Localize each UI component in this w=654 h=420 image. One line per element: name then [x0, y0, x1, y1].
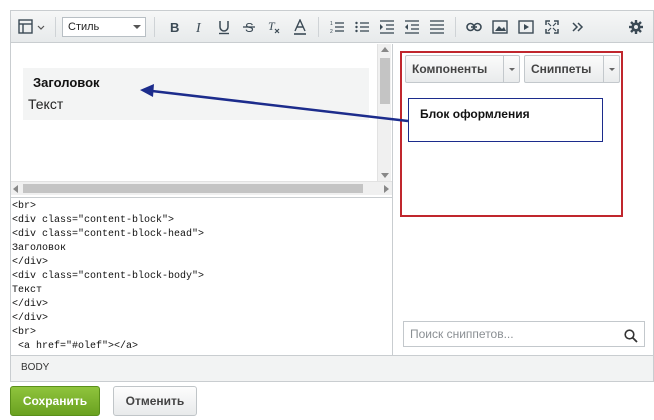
code-line: <div class="content-block">: [12, 215, 175, 226]
code-line: <br>: [12, 327, 37, 338]
code-line: </div>: [12, 313, 49, 324]
svg-text:2: 2: [330, 29, 333, 34]
code-line: <div class="content-block-head">: [12, 229, 205, 240]
unordered-list-icon[interactable]: [352, 15, 372, 39]
code-line: <a href="#olef"></a>: [12, 341, 139, 352]
scroll-left-icon[interactable]: [13, 185, 18, 193]
clear-format-icon[interactable]: T: [264, 15, 284, 39]
search-icon[interactable]: [624, 327, 638, 351]
svg-text:I: I: [195, 21, 202, 35]
scroll-up-icon[interactable]: [381, 47, 389, 52]
code-line: <br>: [12, 201, 37, 212]
style-select-value: Стиль: [68, 21, 100, 33]
scrollbar-thumb[interactable]: [380, 58, 390, 104]
font-color-icon[interactable]: [290, 15, 310, 39]
ordered-list-icon[interactable]: 12: [327, 15, 347, 39]
cancel-button[interactable]: Отменить: [113, 386, 197, 416]
code-line: Заголовок: [12, 243, 67, 254]
link-icon[interactable]: [463, 15, 485, 39]
code-line: </div>: [12, 299, 49, 310]
bold-icon[interactable]: B: [164, 15, 184, 39]
svg-text:B: B: [170, 20, 179, 35]
status-bar: BODY: [11, 355, 653, 381]
scroll-right-icon[interactable]: [384, 185, 389, 193]
save-button[interactable]: Сохранить: [10, 386, 100, 416]
visual-editor-area[interactable]: Заголовок Текст: [11, 44, 392, 181]
indent-icon[interactable]: [377, 15, 397, 39]
settings-icon[interactable]: [625, 15, 647, 39]
toolbar-separator: [154, 17, 155, 37]
outdent-icon[interactable]: [402, 15, 422, 39]
code-line: </div>: [12, 257, 49, 268]
cancel-button-label: Отменить: [125, 394, 185, 408]
callout-text: Блок оформления: [420, 107, 530, 121]
svg-text:1: 1: [330, 21, 333, 27]
toolbar-separator: [318, 17, 319, 37]
code-line: Текст: [12, 285, 43, 296]
callout-label: Блок оформления: [408, 98, 603, 142]
search-placeholder: Поиск сниппетов...: [410, 327, 514, 341]
panel-divider[interactable]: [392, 44, 393, 355]
template-icon[interactable]: [15, 15, 49, 39]
snippets-panel: Компоненты Сниппеты Поиск сниппетов...: [394, 44, 653, 355]
content-block[interactable]: Заголовок Текст: [23, 68, 369, 120]
scroll-down-icon[interactable]: [381, 173, 389, 178]
element-path[interactable]: BODY: [21, 362, 49, 373]
underline-icon[interactable]: [214, 15, 234, 39]
fullscreen-icon[interactable]: [541, 15, 563, 39]
snippet-search-input[interactable]: Поиск сниппетов...: [403, 321, 645, 347]
strikethrough-icon[interactable]: S: [239, 15, 259, 39]
html-code-editor[interactable]: <br> <div class="content-block"> <div cl…: [11, 197, 392, 355]
chevron-down-icon: [133, 25, 141, 29]
toolbar-separator: [55, 17, 56, 37]
video-icon[interactable]: [515, 15, 537, 39]
style-select[interactable]: Стиль: [62, 17, 146, 37]
align-icon[interactable]: [427, 15, 447, 39]
vertical-scrollbar[interactable]: [377, 44, 391, 181]
content-block-head: Заголовок: [33, 75, 100, 90]
more-icon[interactable]: [567, 15, 589, 39]
code-line: <div class="content-block-body">: [12, 271, 205, 282]
horizontal-scrollbar[interactable]: [11, 181, 392, 195]
image-icon[interactable]: [489, 15, 511, 39]
save-button-label: Сохранить: [22, 394, 88, 408]
content-block-body: Текст: [28, 96, 64, 112]
html-editor: Стиль B I S T 12: [10, 10, 654, 382]
italic-icon[interactable]: I: [189, 15, 209, 39]
toolbar-separator: [455, 17, 456, 37]
editor-toolbar: Стиль B I S T 12: [11, 11, 653, 43]
svg-text:T: T: [268, 19, 276, 33]
scrollbar-thumb[interactable]: [23, 184, 363, 193]
